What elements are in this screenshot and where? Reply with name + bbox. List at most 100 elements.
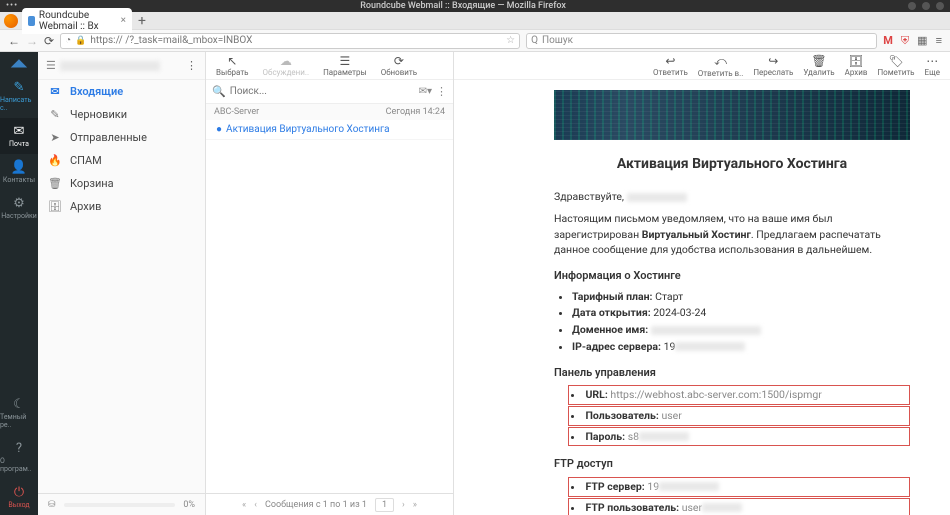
settings-task[interactable]: ⚙Настройки <box>0 190 38 226</box>
mail-task[interactable]: ✉Почта <box>0 118 38 154</box>
pager: « ‹ Сообщения с 1 по 1 из 1 1 › » <box>206 493 453 515</box>
new-tab-button[interactable]: + <box>138 14 146 28</box>
dark-mode-toggle[interactable]: ☾Темный ре.. <box>0 391 38 435</box>
url-bar: ← → ⟳ ◔ 🔒 https:// /?_task=mail&_mbox=IN… <box>0 30 950 52</box>
page-number[interactable]: 1 <box>375 498 394 512</box>
moon-icon: ☾ <box>13 397 25 412</box>
search-input[interactable] <box>230 86 415 97</box>
compose-button[interactable]: ✎Написать с.. <box>0 74 38 118</box>
shield-icon: ◔ <box>65 35 71 46</box>
account-name-redacted <box>60 61 160 71</box>
sent-icon: ➤ <box>48 131 62 144</box>
account-menu-icon[interactable]: ⋮ <box>186 59 197 72</box>
first-page-button[interactable]: « <box>242 500 246 510</box>
prev-page-button[interactable]: ‹ <box>254 500 257 510</box>
search-icon: Q <box>531 35 538 46</box>
draft-icon: ✎ <box>48 108 62 121</box>
next-page-button[interactable]: › <box>402 500 405 510</box>
panel-heading: Панель управления <box>554 365 910 382</box>
reply-icon: ↩ <box>665 54 675 68</box>
folder-spam[interactable]: 🔥СПАМ <box>38 149 205 172</box>
unread-dot-icon: ● <box>216 124 222 135</box>
gmail-icon[interactable]: M <box>883 34 893 47</box>
close-icon[interactable]: × <box>121 15 126 26</box>
last-page-button[interactable]: » <box>413 500 417 510</box>
task-bar: ◢◣ ✎Написать с.. ✉Почта 👤Контакты ⚙Настр… <box>0 52 38 515</box>
reload-button[interactable]: ⟳ <box>44 34 54 48</box>
message-list-pane: ↖Выбрать ☁Обсуждени.. ☰Параметры ⟳Обнови… <box>206 52 454 515</box>
folder-drafts[interactable]: ✎Черновики <box>38 103 205 126</box>
menu-dots[interactable]: ••• <box>6 1 18 11</box>
quota-progress <box>64 503 176 507</box>
hero-image <box>554 90 910 140</box>
info-icon: ? <box>16 441 22 456</box>
spam-icon: 🔥 <box>48 154 62 167</box>
address-input[interactable]: ◔ 🔒 https:// /?_task=mail&_mbox=INBOX ☆ <box>60 33 520 49</box>
panel-credentials: URL: https://webhost.abc-server.com:1500… <box>568 385 910 446</box>
mail-title: Активация Виртуального Хостинга <box>554 154 910 175</box>
folder-trash[interactable]: 🗑Корзина <box>38 172 205 195</box>
search-scope-icon[interactable]: ✉▾ <box>419 86 432 97</box>
back-button[interactable]: ← <box>8 34 20 48</box>
refresh-button[interactable]: ⟳Обновить <box>381 54 417 77</box>
cursor-icon: ↖ <box>227 54 237 68</box>
quota-bar: ⛁ 0% <box>38 493 205 515</box>
favicon-icon <box>28 16 35 26</box>
folder-sent[interactable]: ➤Отправленные <box>38 126 205 149</box>
ublock-icon[interactable]: ⛨ <box>901 34 909 48</box>
forward-button[interactable]: → <box>26 34 38 48</box>
archive-icon: 🗄 <box>48 200 62 213</box>
group-sender: ABC-Server <box>214 107 259 117</box>
webmail-app: ◢◣ ✎Написать с.. ✉Почта 👤Контакты ⚙Настр… <box>0 52 950 515</box>
user-icon: ☰ <box>46 59 56 72</box>
hosting-info-heading: Информация о Хостинге <box>554 268 910 285</box>
greeting: Здравствуйте, <box>554 189 910 205</box>
threads-icon: ☁ <box>280 54 292 68</box>
reply-button[interactable]: ↩Ответить <box>653 54 688 77</box>
messages: ABC-Server Сегодня 14:24 ●Активация Вирт… <box>206 104 453 493</box>
folder-inbox[interactable]: ✉Входящие <box>38 80 205 103</box>
logout-button[interactable]: ⏻Выход <box>0 479 38 515</box>
folder-list: ✉Входящие ✎Черновики ➤Отправленные 🔥СПАМ… <box>38 80 205 493</box>
gear-icon: ⚙ <box>13 196 25 211</box>
window-controls[interactable] <box>908 2 944 10</box>
more-button[interactable]: ⋯Еще <box>925 54 940 77</box>
compose-icon: ✎ <box>14 80 25 95</box>
archive-button[interactable]: 🗄Архив <box>845 54 868 77</box>
intro-paragraph: Настоящим письмом уведомляем, что на ваш… <box>554 211 910 258</box>
mail-icon: ✉ <box>14 124 25 139</box>
quota-percent: 0% <box>183 500 195 510</box>
bookmark-star-icon[interactable]: ☆ <box>506 35 515 46</box>
folder-pane: ☰ ⋮ ✉Входящие ✎Черновики ➤Отправленные 🔥… <box>38 52 206 515</box>
select-button[interactable]: ↖Выбрать <box>216 54 249 77</box>
reply-all-button[interactable]: ⤺Ответить в.. <box>698 54 744 78</box>
more-icon: ⋯ <box>926 54 938 68</box>
options-button[interactable]: ☰Параметры <box>323 54 367 77</box>
browser-search-input[interactable]: Q Пошук <box>526 33 877 49</box>
extension-icons: M ⛨ ▦ ≡ <box>883 34 942 48</box>
message-subject: Активация Виртуального Хостинга <box>226 124 390 135</box>
threads-button[interactable]: ☁Обсуждени.. <box>263 54 310 77</box>
browser-tab[interactable]: Roundcube Webmail :: Вх × <box>22 8 132 34</box>
disk-icon: ⛁ <box>48 500 56 510</box>
folder-archive[interactable]: 🗄Архив <box>38 195 205 218</box>
tab-title: Roundcube Webmail :: Вх <box>39 10 117 32</box>
apps-icon[interactable]: ▦ <box>917 34 927 47</box>
search-menu-icon[interactable]: ⋮ <box>436 85 447 98</box>
contacts-icon: 👤 <box>11 160 27 175</box>
delete-button[interactable]: 🗑Удалить <box>803 54 834 77</box>
reader-toolbar: ↩Ответить ⤺Ответить в.. ↪Переслать 🗑Удал… <box>454 52 950 80</box>
hosting-info-list: Тарифный план: Старт Дата открытия: 2024… <box>572 289 910 355</box>
message-row[interactable]: ● Активация Виртуального Хостинга <box>206 120 453 140</box>
reader-pane: ↩Ответить ⤺Ответить в.. ↪Переслать 🗑Удал… <box>454 52 950 515</box>
contacts-task[interactable]: 👤Контакты <box>0 154 38 190</box>
about-button[interactable]: ?О програм.. <box>0 435 38 479</box>
forward-button[interactable]: ↪Переслать <box>753 54 793 77</box>
lock-icon: 🔒 <box>75 36 86 46</box>
trash-icon: 🗑 <box>48 177 62 190</box>
hamburger-icon[interactable]: ≡ <box>936 34 942 47</box>
mark-button[interactable]: 🏷Пометить <box>877 54 914 77</box>
browser-chrome: Roundcube Webmail :: Вх × + ← → ⟳ ◔ 🔒 ht… <box>0 12 950 52</box>
search-row: 🔍 ✉▾ ⋮ <box>206 80 453 104</box>
tab-bar: Roundcube Webmail :: Вх × + <box>0 12 950 30</box>
